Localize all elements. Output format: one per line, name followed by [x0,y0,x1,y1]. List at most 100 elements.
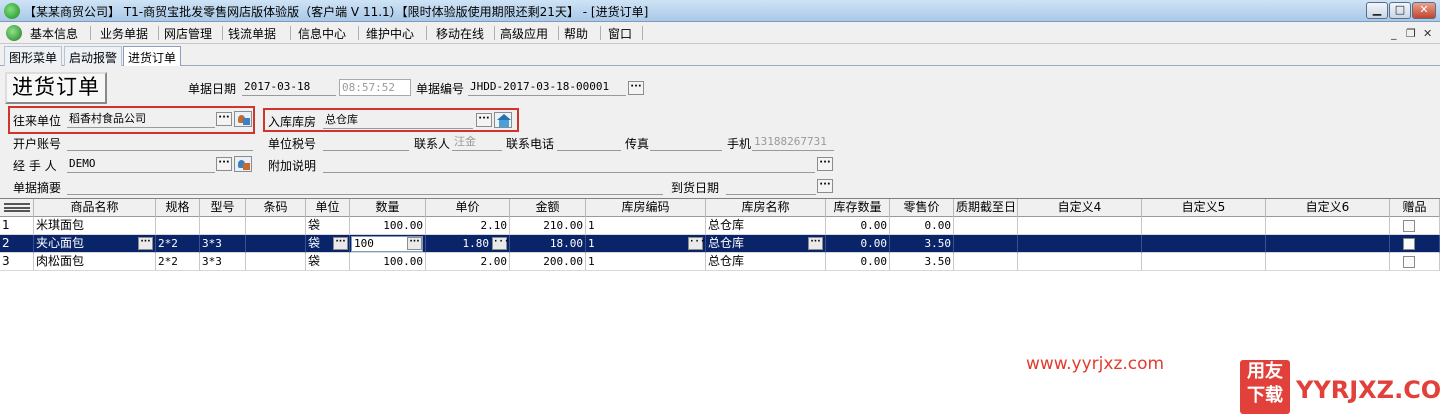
cell-custom5[interactable] [1142,235,1266,253]
col-header[interactable]: 质期截至日 [954,199,1018,217]
cell-custom4[interactable] [1018,253,1142,271]
partner-card-icon[interactable] [234,111,252,127]
cell-name[interactable]: 肉松面包 [34,253,156,271]
tab-startup-alert[interactable]: 启动报警 [64,46,123,66]
tab-graphic-menu[interactable]: 图形菜单 [4,46,63,66]
menu-shop-manage[interactable]: 网店管理 [160,25,216,42]
warehouse-browse-button[interactable]: ··· [476,113,492,127]
doc-number-field[interactable]: JHDD-2017-03-18-00001 [468,79,626,96]
name-browse-button[interactable]: ··· [138,237,153,250]
menu-mobile-online[interactable]: 移动在线 [432,25,488,42]
cell-unit[interactable]: 袋 ··· [306,235,350,253]
cell-expiry[interactable] [954,235,1018,253]
col-header[interactable]: 型号 [200,199,246,217]
maximize-button[interactable]: □ [1389,2,1411,19]
col-header[interactable]: 自定义4 [1018,199,1142,217]
wh-name-browse-button[interactable]: ··· [808,237,823,250]
menu-window[interactable]: 窗口 [604,25,636,42]
summary-field[interactable] [67,178,663,195]
price-browse-button[interactable]: ··· [492,237,509,250]
col-header[interactable]: 零售价 [890,199,954,217]
account-field[interactable] [67,134,253,151]
cell-amount[interactable]: 210.00 [510,217,586,235]
col-header[interactable]: 自定义6 [1266,199,1390,217]
unit-browse-button[interactable]: ··· [333,237,348,250]
cell-model[interactable]: 3*3 [200,235,246,253]
warehouse-house-icon[interactable] [494,112,512,128]
col-header[interactable]: 库房编码 [586,199,706,217]
wh-code-browse-button[interactable]: ··· [688,237,705,250]
cell-spec[interactable] [156,217,200,235]
close-button[interactable]: ✕ [1412,2,1436,19]
cell-price[interactable]: 2.00 [426,253,510,271]
cell-retail[interactable]: 0.00 [890,217,954,235]
col-header[interactable]: 规格 [156,199,200,217]
note-field[interactable] [323,156,815,173]
menu-cashflow-docs[interactable]: 钱流单据 [224,25,280,42]
handler-browse-button[interactable]: ··· [216,157,232,171]
contact-field[interactable]: 汪金 [452,134,502,151]
cell-unit[interactable]: 袋 [306,253,350,271]
cell-wh-code[interactable]: 1 ··· [586,235,706,253]
gift-checkbox[interactable] [1403,220,1415,232]
cell-barcode[interactable] [246,217,306,235]
cell-expiry[interactable] [954,217,1018,235]
table-row-selected[interactable]: 2 夹心面包 ··· 2*2 3*3 袋 ··· 100 ··· 1.80 ··… [0,235,1440,253]
menu-info-center[interactable]: 信息中心 [294,25,350,42]
taxno-field[interactable] [323,134,409,151]
partner-browse-button[interactable]: ··· [216,112,232,126]
cell-custom4[interactable] [1018,235,1142,253]
cell-wh-name[interactable]: 总仓库 [706,217,826,235]
col-header[interactable]: 自定义5 [1142,199,1266,217]
col-header[interactable]: 库房名称 [706,199,826,217]
table-row[interactable]: 3 肉松面包 2*2 3*3 袋 100.00 2.00 200.00 1 总仓… [0,253,1440,271]
minimize-button[interactable]: ▁ [1366,2,1388,19]
handler-field[interactable]: DEMO [67,156,215,173]
cell-custom6[interactable] [1266,253,1390,271]
cell-custom5[interactable] [1142,253,1266,271]
cell-stock[interactable]: 0.00 [826,235,890,253]
cell-wh-code[interactable]: 1 [586,253,706,271]
menu-advanced[interactable]: 高级应用 [496,25,552,42]
doc-time-field[interactable]: 08:57:52 [339,79,411,96]
cell-custom6[interactable] [1266,235,1390,253]
cell-barcode[interactable] [246,235,306,253]
gift-checkbox[interactable] [1403,238,1415,250]
cell-name[interactable]: 米琪面包 [34,217,156,235]
col-header[interactable]: 金额 [510,199,586,217]
col-header[interactable]: 库存数量 [826,199,890,217]
cell-wh-code[interactable]: 1 [586,217,706,235]
col-header[interactable]: 条码 [246,199,306,217]
doc-date-field[interactable]: 2017-03-18 [242,79,336,96]
mdi-minimize-button[interactable]: _ [1391,27,1397,40]
cell-name[interactable]: 夹心面包 ··· [34,235,156,253]
cell-qty[interactable]: 100.00 [350,217,426,235]
cell-unit[interactable]: 袋 [306,217,350,235]
cell-expiry[interactable] [954,253,1018,271]
cell-retail[interactable]: 3.50 [890,235,954,253]
col-header[interactable]: 赠品 [1390,199,1440,217]
table-row[interactable]: 1 米琪面包 袋 100.00 2.10 210.00 1 总仓库 0.00 0… [0,217,1440,235]
cell-stock[interactable]: 0.00 [826,253,890,271]
cell-model[interactable]: 3*3 [200,253,246,271]
fax-field[interactable] [650,134,722,151]
partner-field[interactable]: 稻香村食品公司 [67,111,215,128]
cell-barcode[interactable] [246,253,306,271]
cell-qty[interactable]: 100.00 [350,253,426,271]
docno-browse-button[interactable]: ··· [628,81,644,95]
arrival-date-field[interactable] [726,178,816,195]
cell-custom5[interactable] [1142,217,1266,235]
cell-model[interactable] [200,217,246,235]
mdi-close-button[interactable]: ✕ [1423,27,1432,40]
qty-browse-button[interactable]: ··· [407,237,422,250]
cell-spec[interactable]: 2*2 [156,235,200,253]
cell-price[interactable]: 2.10 [426,217,510,235]
phone-field[interactable] [557,134,621,151]
cell-amount[interactable]: 18.00 [510,235,586,253]
menu-business-docs[interactable]: 业务单据 [96,25,152,42]
cell-stock[interactable]: 0.00 [826,217,890,235]
cell-qty[interactable]: 100 ··· [350,235,426,253]
handler-search-icon[interactable] [234,156,252,172]
col-header[interactable]: 商品名称 [34,199,156,217]
cell-amount[interactable]: 200.00 [510,253,586,271]
